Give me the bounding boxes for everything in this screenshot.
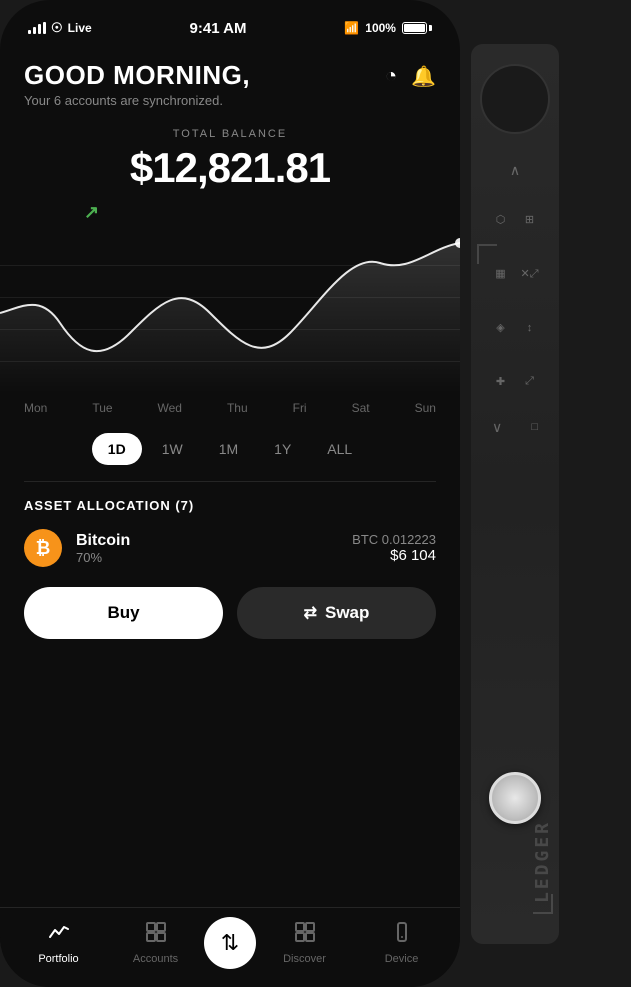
asset-fiat-value: $6 104 xyxy=(352,547,436,564)
device-icon-2: ⊞ xyxy=(517,195,542,245)
device-icon-7: ✚ xyxy=(488,357,513,407)
asset-info: Bitcoin 70% xyxy=(76,532,130,565)
portfolio-nav-label: Portfolio xyxy=(38,953,78,965)
bitcoin-icon: ₿ xyxy=(24,529,62,567)
nav-device[interactable]: Device xyxy=(353,921,450,965)
signal-bars xyxy=(28,22,46,34)
buy-button[interactable]: Buy xyxy=(24,587,223,639)
device-corner-top-left xyxy=(477,244,497,264)
phone-content: GOOD MORNING, Your 6 accounts are synchr… xyxy=(0,44,460,907)
device-circle-top xyxy=(480,64,550,134)
section-divider xyxy=(24,481,436,482)
ledger-device: ∧ ⬡ ⊞ ▦ ✕⤢ ◈ ↕ ✚ ⤢ ∨ □ LEDGER xyxy=(460,0,570,987)
device-icon-5: ◈ xyxy=(488,303,513,353)
period-1d[interactable]: 1D xyxy=(92,433,142,465)
day-fri: Fri xyxy=(293,401,307,415)
day-mon: Mon xyxy=(24,401,47,415)
device-icon-6: ↕ xyxy=(517,303,542,353)
header-icons: ◔ 🔔 xyxy=(385,64,436,89)
battery-body xyxy=(402,22,427,34)
battery-pct: 100% xyxy=(365,21,396,35)
discover-nav-label: Discover xyxy=(283,953,326,965)
balance-amount: $12,821.81 xyxy=(24,144,436,192)
action-buttons: Buy ⇄ Swap xyxy=(24,587,436,639)
nav-accounts[interactable]: Accounts xyxy=(107,921,204,965)
day-sun: Sun xyxy=(415,401,436,415)
device-nav-down-icon[interactable]: ∨ xyxy=(492,419,502,436)
notifications-bell-icon[interactable]: 🔔 xyxy=(411,64,436,89)
swap-icon: ⇄ xyxy=(304,603,317,623)
transfer-center-button[interactable]: ⇅ xyxy=(204,917,256,969)
asset-name: Bitcoin xyxy=(76,532,130,550)
accounts-nav-label: Accounts xyxy=(133,953,178,965)
day-wed: Wed xyxy=(158,401,182,415)
device-icon-1: ⬡ xyxy=(488,195,513,245)
greeting-block: GOOD MORNING, Your 6 accounts are synchr… xyxy=(24,60,250,108)
device-nav-icon xyxy=(391,921,413,949)
accounts-nav-icon xyxy=(145,921,167,949)
asset-item-bitcoin: ₿ Bitcoin 70% BTC 0.012223 $6 104 xyxy=(24,529,436,567)
asset-allocation-title: ASSET ALLOCATION (7) xyxy=(24,498,436,513)
balance-label: TOTAL BALANCE xyxy=(24,128,436,140)
time-axis: Mon Tue Wed Thu Fri Sat Sun xyxy=(0,393,460,423)
swap-label: Swap xyxy=(325,603,369,623)
portfolio-nav-icon xyxy=(48,921,70,949)
discover-nav-icon xyxy=(294,921,316,949)
carrier-label: Live xyxy=(68,21,92,35)
asset-percentage: 70% xyxy=(76,550,130,565)
wifi-icon: ☉ xyxy=(51,20,63,36)
bottom-nav: Portfolio Accounts ⇅ xyxy=(0,907,460,987)
status-left: ☉ Live xyxy=(28,20,92,36)
greeting-subtitle: Your 6 accounts are synchronized. xyxy=(24,93,250,108)
device-icon-4: ✕⤢ xyxy=(517,248,542,299)
chart-svg xyxy=(0,233,460,393)
device-screen-content: ⬡ ⊞ ▦ ✕⤢ ◈ ↕ ✚ ⤢ xyxy=(484,191,546,411)
device-icon-9: □ xyxy=(531,415,538,440)
nav-discover[interactable]: Discover xyxy=(256,921,353,965)
period-1y[interactable]: 1Y xyxy=(258,433,307,465)
day-tue: Tue xyxy=(92,401,112,415)
day-sat: Sat xyxy=(352,401,370,415)
portfolio-chart-icon[interactable]: ◔ xyxy=(385,65,397,88)
bluetooth-icon: 📶 xyxy=(344,21,359,35)
transfer-icon: ⇅ xyxy=(221,930,239,956)
battery-indicator xyxy=(402,22,432,34)
asset-item-left: ₿ Bitcoin 70% xyxy=(24,529,130,567)
nav-portfolio[interactable]: Portfolio xyxy=(10,921,107,965)
status-right: 📶 100% xyxy=(344,21,432,35)
battery-tip xyxy=(429,25,432,31)
device-icon-8: ⤢ xyxy=(517,357,542,407)
greeting-title: GOOD MORNING, xyxy=(24,60,250,91)
swap-button[interactable]: ⇄ Swap xyxy=(237,587,436,639)
arrow-up-icon: ↗ xyxy=(84,202,99,223)
asset-item-right: BTC 0.012223 $6 104 xyxy=(352,532,436,564)
period-all[interactable]: ALL xyxy=(311,433,368,465)
asset-crypto-amount: BTC 0.012223 xyxy=(352,532,436,547)
status-bar: ☉ Live 9:41 AM 📶 100% xyxy=(0,0,460,44)
battery-fill xyxy=(404,24,425,32)
day-thu: Thu xyxy=(227,401,248,415)
device-nav-label: Device xyxy=(385,953,419,965)
device-button-connector[interactable] xyxy=(489,772,541,824)
period-1w[interactable]: 1W xyxy=(146,433,199,465)
period-1m[interactable]: 1M xyxy=(203,433,254,465)
balance-section: TOTAL BALANCE $12,821.81 xyxy=(24,128,436,192)
status-time: 9:41 AM xyxy=(190,20,247,37)
device-nav-up-icon[interactable]: ∧ xyxy=(510,162,520,179)
app-header: GOOD MORNING, Your 6 accounts are synchr… xyxy=(24,60,436,108)
device-body: ∧ ⬡ ⊞ ▦ ✕⤢ ◈ ↕ ✚ ⤢ ∨ □ LEDGER xyxy=(471,44,559,944)
period-selector: 1D 1W 1M 1Y ALL xyxy=(24,433,436,465)
phone-container: ☉ Live 9:41 AM 📶 100% GOOD MORNING, Your… xyxy=(0,0,460,987)
price-chart xyxy=(0,233,460,393)
balance-change: ↗ xyxy=(24,202,436,223)
device-ledger-text: LEDGER xyxy=(532,820,553,903)
